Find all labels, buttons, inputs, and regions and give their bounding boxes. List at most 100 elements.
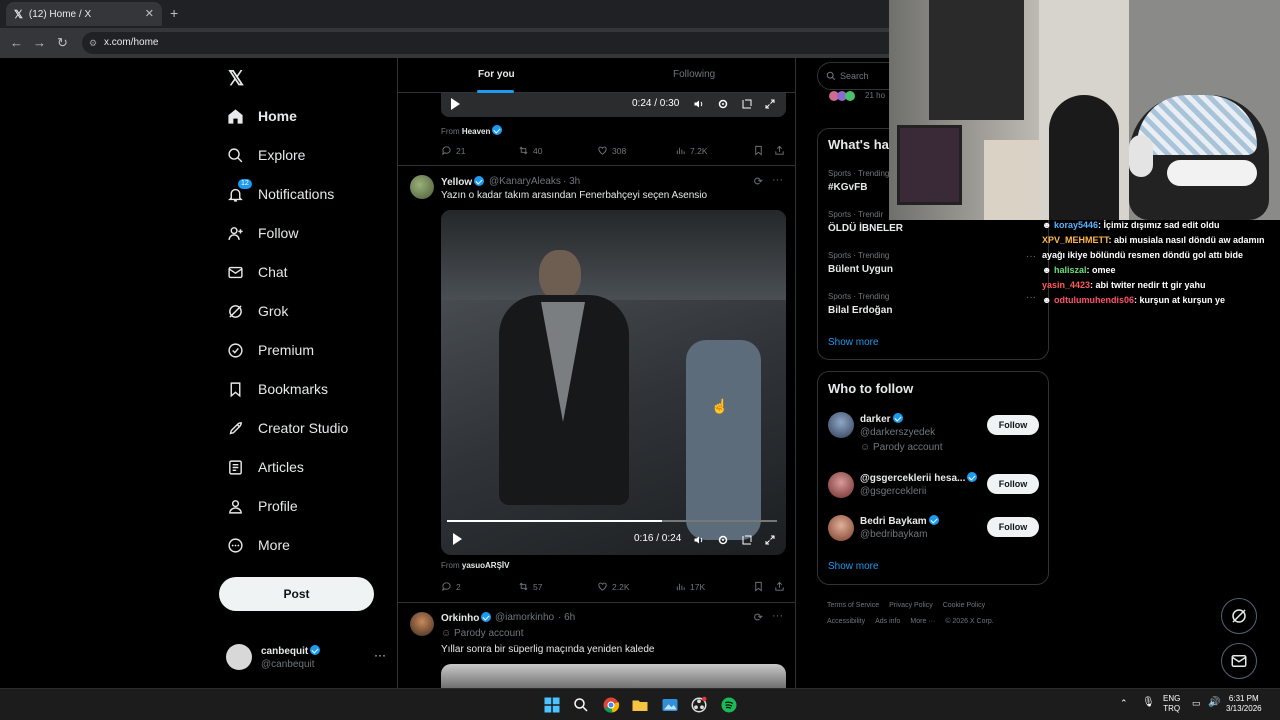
views-button[interactable]: 17K	[675, 581, 705, 592]
bookmark-button[interactable]	[753, 581, 768, 592]
windows-start-icon[interactable]	[543, 696, 561, 714]
user-name-row[interactable]: darker	[860, 413, 903, 425]
user-name-row[interactable]: @gsgerceklerii hesa...	[860, 472, 978, 484]
footer-link[interactable]: More ···	[910, 618, 935, 625]
repost-button[interactable]: 57	[518, 581, 542, 592]
share-button[interactable]	[774, 581, 789, 592]
avatar[interactable]	[410, 175, 434, 199]
trend-more-icon[interactable]: ···	[1026, 292, 1036, 303]
tab-close-icon[interactable]: ✕	[145, 7, 154, 20]
tweet-time[interactable]: · 3h	[563, 176, 580, 187]
follow-button[interactable]: Follow	[987, 517, 1039, 537]
volume-icon[interactable]	[693, 533, 705, 545]
from-source[interactable]: Heaven	[462, 127, 490, 136]
microphone-icon[interactable]: 🎙	[1142, 697, 1155, 708]
nav-grok[interactable]: Grok	[226, 296, 288, 326]
x-logo-icon[interactable]: 𝕏	[228, 66, 244, 91]
tray-chevron-icon[interactable]: ⌃	[1120, 698, 1128, 709]
avatar[interactable]	[828, 412, 854, 438]
volume-icon[interactable]	[693, 97, 705, 109]
show-more-link[interactable]: Show more	[828, 561, 879, 572]
video-player[interactable]: 0:16 / 0:24 ☝	[441, 210, 786, 555]
nav-profile[interactable]: Profile	[226, 491, 298, 521]
trend-item[interactable]: #KGvFB	[828, 182, 867, 193]
tab-for-you[interactable]: For you	[478, 69, 515, 80]
nav-more[interactable]: More	[226, 530, 290, 560]
browser-tab[interactable]: 𝕏 (12) Home / X ✕	[6, 2, 162, 26]
user-handle[interactable]: @bedribaykam	[860, 529, 927, 540]
grok-icon[interactable]: ⟳	[754, 611, 763, 624]
trend-item[interactable]: Bilal Erdoğan	[828, 305, 892, 316]
more-options-icon[interactable]: ···	[772, 610, 783, 622]
grok-icon[interactable]: ⟳	[754, 175, 763, 188]
play-icon[interactable]	[451, 98, 460, 110]
file-explorer-icon[interactable]	[631, 696, 649, 714]
messages-float-button[interactable]	[1221, 643, 1257, 679]
pip-icon[interactable]	[741, 97, 753, 109]
tweet-author[interactable]: Yellow	[441, 176, 485, 188]
more-options-icon[interactable]: ···	[772, 174, 783, 186]
chrome-icon[interactable]	[602, 696, 620, 714]
nav-follow[interactable]: Follow	[226, 218, 298, 248]
footer-link[interactable]: Terms of Service	[827, 602, 879, 609]
pip-icon[interactable]	[741, 533, 753, 545]
nav-chat[interactable]: Chat	[226, 257, 288, 287]
nav-bookmarks[interactable]: Bookmarks	[226, 374, 328, 404]
back-icon[interactable]: ←	[10, 35, 23, 50]
follow-button[interactable]: Follow	[987, 415, 1039, 435]
search-icon[interactable]	[572, 696, 590, 714]
grok-float-button[interactable]	[1221, 598, 1257, 634]
like-button[interactable]: 308	[597, 145, 626, 156]
tweet-time[interactable]: · 6h	[558, 612, 575, 623]
trend-more-icon[interactable]: ···	[1026, 251, 1036, 262]
network-icon[interactable]: ▭	[1192, 698, 1201, 709]
volume-icon[interactable]: 🔊	[1208, 697, 1220, 708]
avatar[interactable]	[828, 472, 854, 498]
live-space-preview[interactable]: 21 ho	[829, 90, 889, 104]
account-switcher[interactable]: canbequit @canbequit ···	[226, 642, 386, 674]
show-more-link[interactable]: Show more	[828, 337, 879, 348]
footer-link[interactable]: Ads info	[875, 618, 900, 625]
fullscreen-icon[interactable]	[764, 97, 776, 109]
spotify-icon[interactable]	[720, 696, 738, 714]
nav-premium[interactable]: Premium	[226, 335, 314, 365]
photos-icon[interactable]	[661, 696, 679, 714]
footer-link[interactable]: Cookie Policy	[943, 602, 985, 609]
tweet-author[interactable]: Orkinho	[441, 612, 492, 624]
footer-link[interactable]: Accessibility	[827, 618, 865, 625]
share-button[interactable]	[774, 145, 789, 156]
trend-item[interactable]: ÖLDÜ İBNELER	[828, 223, 903, 234]
nav-creator-studio[interactable]: Creator Studio	[226, 413, 348, 443]
bookmark-button[interactable]	[753, 145, 768, 156]
language-indicator[interactable]: ENG TRQ	[1163, 694, 1180, 714]
nav-explore[interactable]: Explore	[226, 140, 305, 170]
new-tab-icon[interactable]: +	[170, 5, 178, 21]
tweet-handle[interactable]: @KanaryAleaks	[489, 176, 561, 187]
nav-articles[interactable]: Articles	[226, 452, 304, 482]
tab-following[interactable]: Following	[673, 69, 715, 80]
video-progress-track[interactable]	[447, 520, 777, 522]
from-source[interactable]: yasuoARŞİV	[462, 561, 510, 570]
clock[interactable]: 6:31 PM 3/13/2026	[1226, 694, 1262, 714]
play-icon[interactable]	[453, 533, 462, 545]
site-info-icon[interactable]: ⚙	[89, 32, 97, 54]
nav-notifications[interactable]: 12 Notifications	[226, 179, 334, 209]
url-field[interactable]: ⚙ x.com/home	[82, 32, 902, 54]
avatar[interactable]	[828, 515, 854, 541]
tweet-handle[interactable]: @iamorkinho	[495, 612, 554, 623]
like-button[interactable]: 2.2K	[597, 581, 630, 592]
trend-item[interactable]: Bülent Uygun	[828, 264, 893, 275]
account-more-icon[interactable]: ···	[374, 648, 386, 662]
forward-icon[interactable]: →	[33, 35, 46, 50]
tweet-media[interactable]	[441, 664, 786, 688]
settings-icon[interactable]	[717, 533, 729, 545]
nav-home[interactable]: Home	[226, 101, 297, 131]
views-button[interactable]: 7.2K	[675, 145, 708, 156]
obs-icon[interactable]	[690, 696, 708, 714]
follow-button[interactable]: Follow	[987, 474, 1039, 494]
post-button[interactable]: Post	[219, 577, 374, 611]
user-name-row[interactable]: Bedri Baykam	[860, 515, 939, 527]
reload-icon[interactable]: ↻	[57, 35, 68, 51]
footer-link[interactable]: Privacy Policy	[889, 602, 933, 609]
reply-button[interactable]: 2	[441, 581, 461, 592]
